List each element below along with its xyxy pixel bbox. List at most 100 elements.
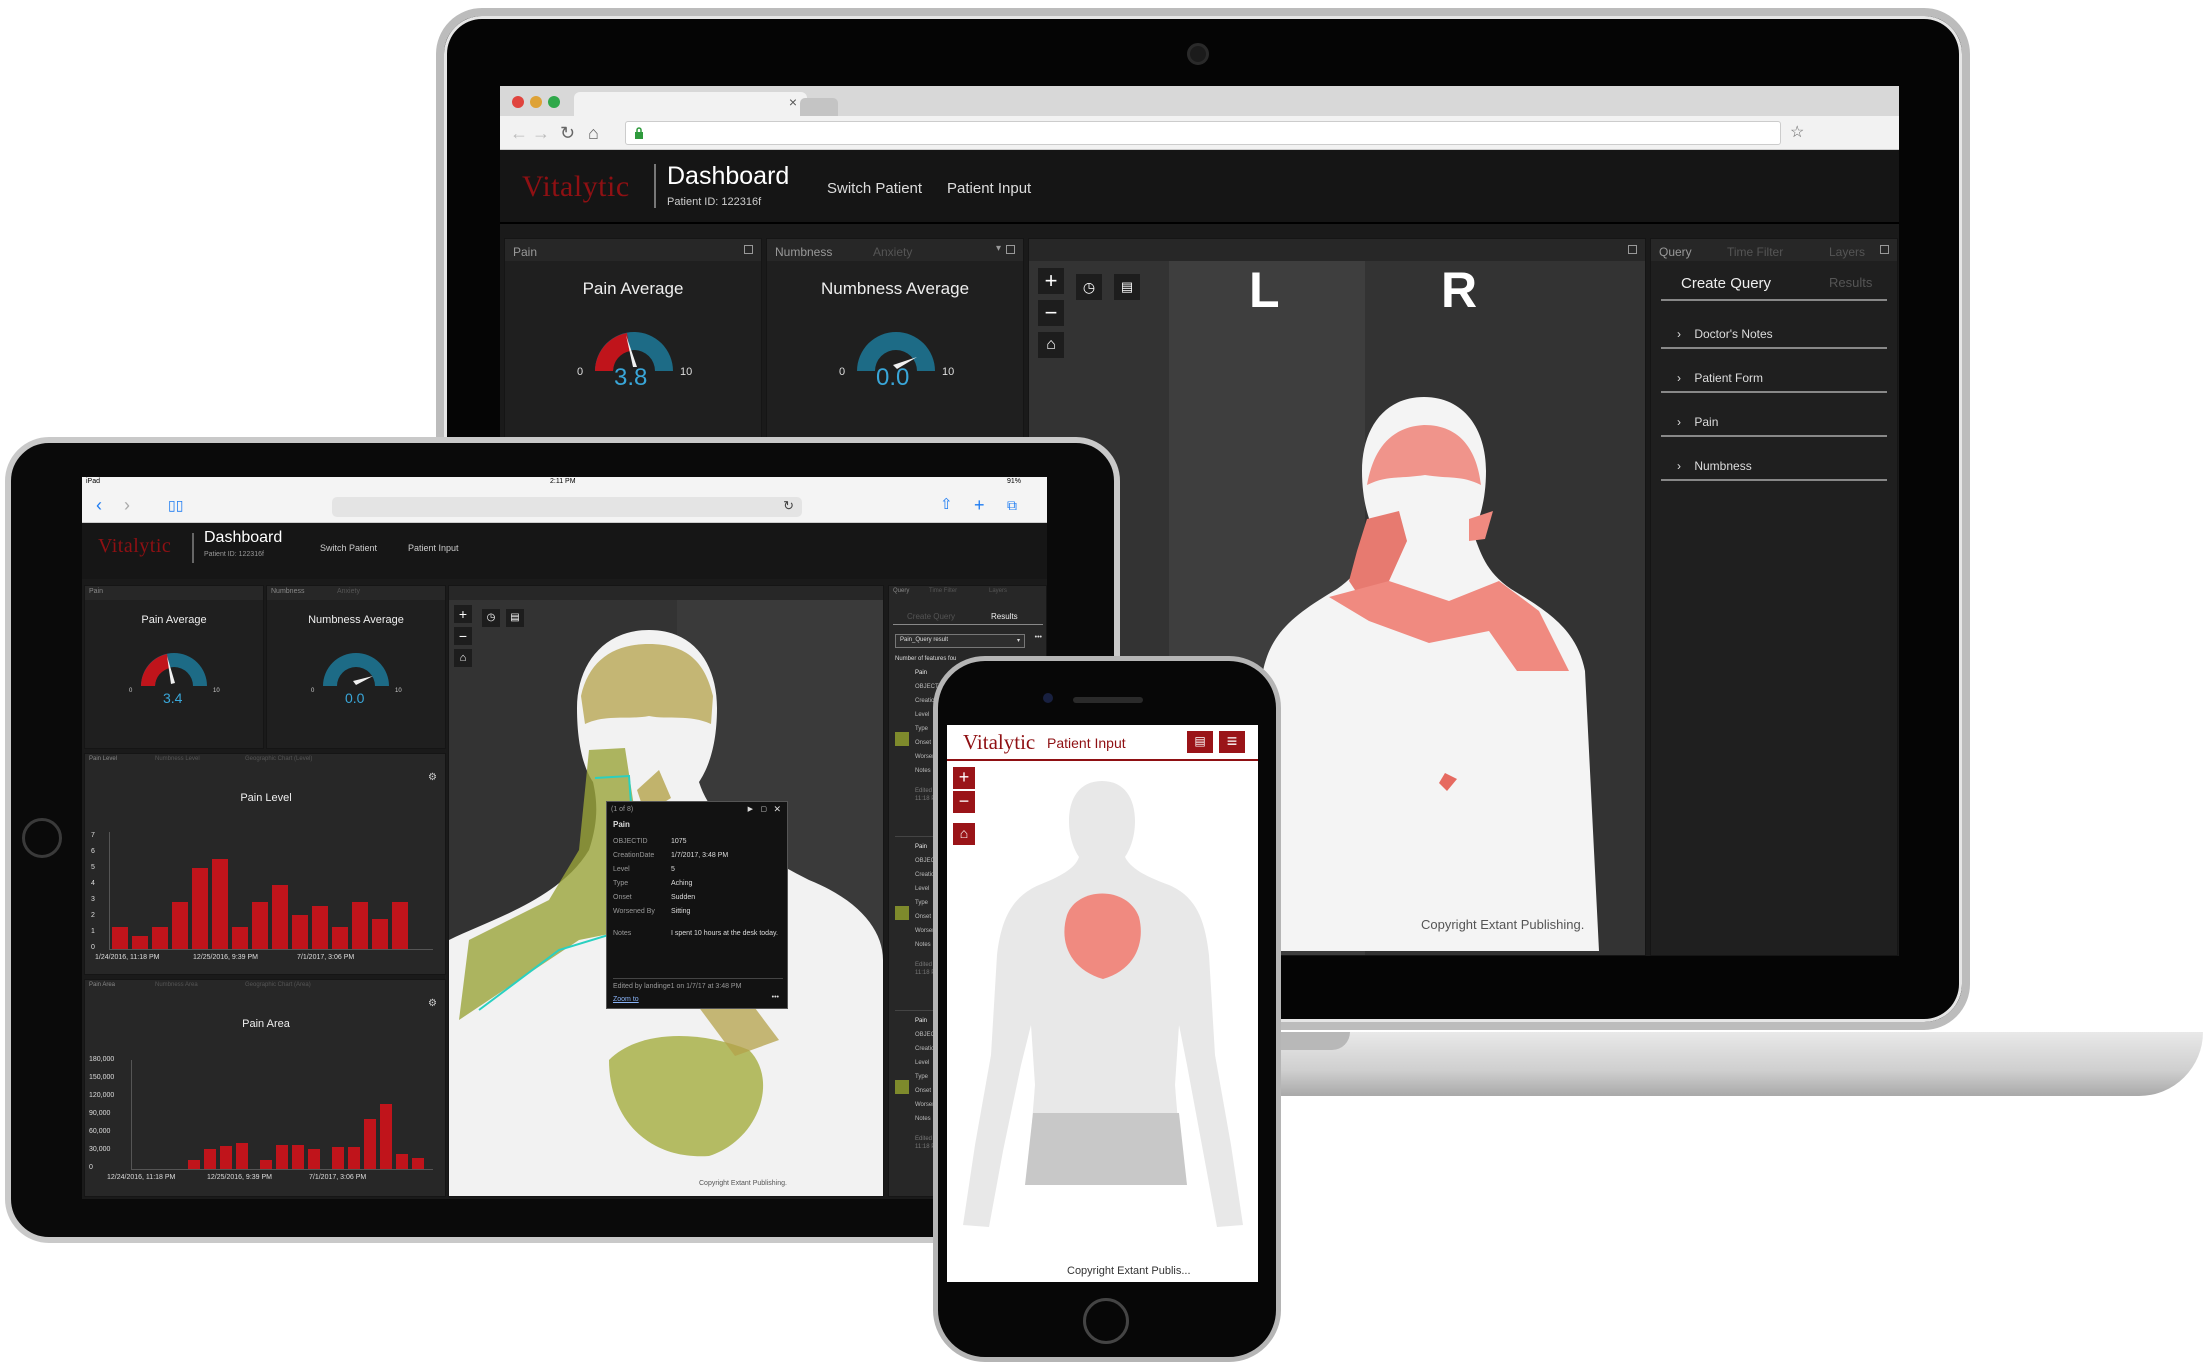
browser-tab[interactable]: × [574,92,807,116]
zoom-in-button[interactable]: + [1037,267,1065,295]
home-button[interactable]: ⌂ [1037,331,1065,359]
forward-icon[interactable]: → [532,122,550,144]
bar[interactable] [392,902,408,949]
bar[interactable] [352,902,368,949]
close-window-icon[interactable] [512,96,524,108]
panel-tab-query[interactable]: Query [1659,245,1692,259]
panel-tab-geographic-level[interactable]: Geographic Chart (Level) [245,756,312,762]
panel-tab-query[interactable]: Query [893,588,909,594]
bar[interactable] [188,1160,200,1169]
panel-tab-numbness[interactable]: Numbness [775,245,832,259]
chevron-down-icon[interactable]: ▾ [996,243,1001,254]
bar[interactable] [172,902,188,949]
brand-logo[interactable]: Vitalytic [963,730,1035,755]
bar[interactable] [112,926,128,949]
bar[interactable] [276,1145,288,1169]
plus-icon[interactable]: + [974,495,985,515]
brand-logo[interactable]: Vitalytic [98,535,171,558]
panel-tab-anxiety[interactable]: Anxiety [873,245,912,259]
tabs-icon[interactable]: ⧉ [1007,495,1017,515]
bar[interactable] [236,1142,248,1169]
more-options-icon[interactable]: ••• [1035,634,1042,641]
panel-tab-anxiety[interactable]: Anxiety [337,588,360,595]
panel-tab-time-filter[interactable]: Time Filter [1727,245,1783,259]
bar[interactable] [152,926,168,949]
panel-tab-layers[interactable]: Layers [1829,245,1865,259]
subtab-create-query[interactable]: Create Query [1681,275,1771,292]
bar[interactable] [412,1158,424,1169]
panel-tab-pain[interactable]: Pain [89,588,103,595]
bar[interactable] [396,1153,408,1169]
bar[interactable] [272,884,288,949]
back-icon[interactable]: ← [510,122,528,144]
new-tab-button[interactable] [800,98,838,116]
bar[interactable] [332,1147,344,1169]
address-bar[interactable]: ↻ [332,497,802,517]
query-item-patient-form[interactable]: › Patient Form [1661,357,1887,393]
maximize-icon[interactable] [1880,245,1889,254]
more-options-icon[interactable]: ••• [772,994,779,1001]
panel-tab-pain[interactable]: Pain [513,245,537,259]
nav-patient-input[interactable]: Patient Input [947,180,1031,197]
panel-tab-pain-area[interactable]: Pain Area [89,982,115,988]
back-icon[interactable]: ‹ [96,495,102,515]
query-item-numbness[interactable]: › Numbness [1661,445,1887,481]
query-item-pain[interactable]: › Pain [1661,401,1887,437]
history-icon[interactable]: ◷ [1075,273,1103,301]
bar[interactable] [252,902,268,949]
panel-tab-numbness-level[interactable]: Numbness Level [155,756,200,762]
brand-logo[interactable]: Vitalytic [522,170,630,204]
bar[interactable] [260,1160,272,1169]
bar[interactable] [192,868,208,949]
next-icon[interactable]: ▶ [748,805,753,813]
subtab-results[interactable]: Results [991,612,1018,621]
panel-tab-numbness-area[interactable]: Numbness Area [155,982,198,988]
body-model-back[interactable] [947,765,1258,1265]
bar[interactable] [292,1145,304,1169]
bar[interactable] [232,926,248,949]
panel-tab-numbness[interactable]: Numbness [271,588,304,595]
share-icon[interactable]: ⇧ [940,495,953,515]
home-icon[interactable]: ⌂ [588,122,599,144]
nav-switch-patient[interactable]: Switch Patient [827,180,922,197]
subtab-create-query[interactable]: Create Query [907,612,955,621]
bar[interactable] [308,1149,320,1169]
zoom-window-icon[interactable] [548,96,560,108]
nav-patient-input[interactable]: Patient Input [408,543,459,553]
bar[interactable] [132,936,148,949]
bar[interactable] [364,1118,376,1169]
panel-tab-geographic-area[interactable]: Geographic Chart (Area) [245,982,311,988]
dock-icon[interactable]: ▢ [760,805,767,813]
panel-tab-time-filter[interactable]: Time Filter [929,588,957,594]
tablet-home-button[interactable] [22,818,62,858]
bar[interactable] [372,918,388,949]
star-icon[interactable]: ☆ [1790,122,1804,144]
close-icon[interactable]: ✕ [773,804,781,815]
maximize-icon[interactable] [1628,245,1637,254]
menu-icon[interactable]: ≡ [1219,731,1245,753]
refresh-icon[interactable]: ↻ [783,498,794,514]
nav-switch-patient[interactable]: Switch Patient [320,543,377,553]
bar[interactable] [348,1147,360,1169]
bar[interactable] [204,1149,216,1169]
phone-home-button[interactable] [1083,1298,1129,1344]
address-bar[interactable] [625,121,1781,145]
book-icon[interactable]: ▯▯ [168,495,183,515]
maximize-icon[interactable] [1006,245,1015,254]
query-item-doctors-notes[interactable]: › Doctor's Notes [1661,313,1887,349]
result-select[interactable]: Pain_Query result ▾ [895,634,1025,648]
bar[interactable] [312,905,328,949]
bar[interactable] [380,1103,392,1169]
gear-icon[interactable]: ⚙ [428,998,437,1009]
bar[interactable] [292,915,308,949]
zoom-out-button[interactable]: − [1037,299,1065,327]
bar[interactable] [220,1146,232,1169]
zoom-to-link[interactable]: Zoom to [613,996,639,1003]
subtab-results[interactable]: Results [1829,275,1872,290]
note-icon[interactable]: ▤ [1113,273,1141,301]
minimize-window-icon[interactable] [530,96,542,108]
maximize-icon[interactable] [744,245,753,254]
bar[interactable] [212,858,228,949]
refresh-icon[interactable]: ↻ [560,122,575,144]
forward-icon[interactable]: › [124,495,130,515]
